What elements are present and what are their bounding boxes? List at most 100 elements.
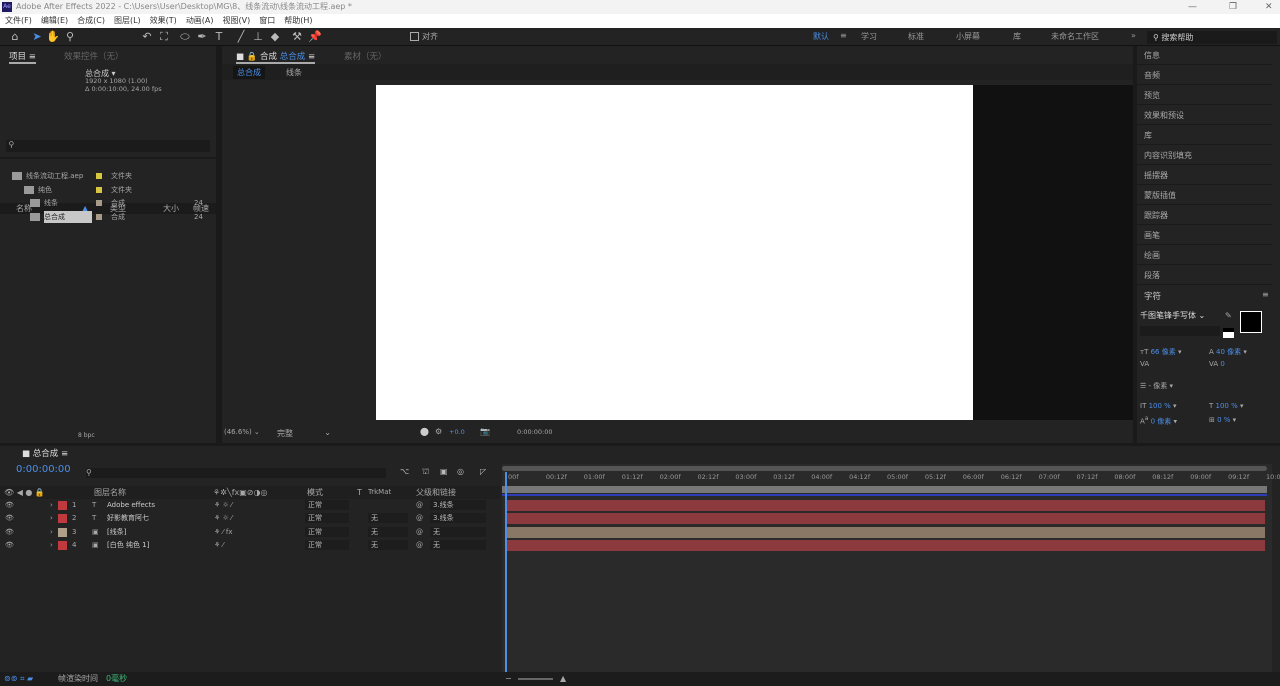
pickwhip-icon[interactable]: @ <box>416 526 423 539</box>
layer-row[interactable]: 👁 › 2 T 好影教育阿七 ⚘ ☼ ⁄ 正常 无 @3.线条 <box>0 512 500 525</box>
motion-blur-icon[interactable]: ◎ <box>457 467 464 476</box>
parent-dropdown[interactable]: 无 <box>430 539 486 550</box>
label-color[interactable] <box>96 173 102 179</box>
maximize-button[interactable]: ❐ <box>1229 0 1237 14</box>
zoom-tool-icon[interactable]: ⚲ <box>63 30 77 44</box>
layer-duration-bar[interactable] <box>507 526 1265 538</box>
menu-window[interactable]: 窗口 <box>259 14 275 28</box>
brush-tool-icon[interactable]: ╱ <box>234 30 248 44</box>
panel-item[interactable]: 画笔 <box>1137 226 1272 245</box>
zoom-in-icon[interactable]: ▲ <box>560 672 566 686</box>
close-button[interactable]: ✕ <box>1265 0 1273 14</box>
time-navigator[interactable] <box>502 466 1267 471</box>
tab-composition[interactable]: ■ 🔒 合成 总合成 ≡ <box>236 50 316 64</box>
panel-item[interactable]: 绘画 <box>1137 246 1272 265</box>
workspace-unnamed[interactable]: 未命名工作区 <box>1051 31 1099 42</box>
eraser-tool-icon[interactable]: ◆ <box>268 30 282 44</box>
eyedropper-icon[interactable]: ✎ <box>1225 311 1232 320</box>
swap-colors-icon[interactable] <box>1223 328 1234 338</box>
visibility-eye-icon[interactable]: 👁 <box>5 512 14 525</box>
layer-switches[interactable]: ⚘ ⁄ fx <box>214 526 233 539</box>
col-trkmat[interactable]: TrkMat <box>368 486 391 499</box>
home-icon[interactable]: ⌂ <box>8 30 22 44</box>
breadcrumb-lines-comp[interactable]: 线条 <box>286 67 302 78</box>
visibility-eye-icon[interactable]: 👁 <box>5 526 14 539</box>
panel-item[interactable]: 预览 <box>1137 86 1272 105</box>
menu-effect[interactable]: 效果(T) <box>150 14 177 28</box>
shy-layers-icon[interactable]: ⛫ <box>422 467 429 477</box>
zoom-out-icon[interactable]: − <box>505 672 512 686</box>
layer-switches[interactable]: ⚘ ☼ ⁄ <box>214 499 232 512</box>
parent-dropdown[interactable]: 3.线条 <box>430 513 486 524</box>
layer-row[interactable]: 👁 › 1 T Adobe effects ⚘ ☼ ⁄ 正常 @3.线条 <box>0 499 500 512</box>
label-color[interactable] <box>96 200 102 206</box>
layer-name[interactable]: [白色 纯色 1] <box>107 539 149 552</box>
composition-flowchart-icon[interactable]: ⌥ <box>400 467 409 476</box>
font-size-field[interactable]: тT 66 像素 ▾ <box>1140 347 1181 357</box>
menu-animation[interactable]: 动画(A) <box>186 14 214 28</box>
layer-name[interactable]: [线条] <box>107 526 126 539</box>
more-workspaces-icon[interactable]: » <box>1131 31 1136 40</box>
workspace-learn[interactable]: 学习 <box>861 31 877 42</box>
exposure-icon[interactable]: ⚙ <box>435 427 442 436</box>
project-item[interactable]: 总合成 合成 24 <box>0 210 216 223</box>
hand-tool-icon[interactable]: ✋ <box>46 30 60 44</box>
panel-item[interactable]: 段落 <box>1137 266 1272 285</box>
tab-footage[interactable]: 素材（无） <box>344 50 387 62</box>
trkmat-dropdown[interactable]: 无 <box>368 526 408 537</box>
menu-composition[interactable]: 合成(C) <box>77 14 105 28</box>
composition-canvas[interactable] <box>376 85 973 420</box>
layer-switches[interactable]: ⚘ ☼ ⁄ <box>214 512 232 525</box>
snap-checkbox[interactable] <box>410 32 419 41</box>
snapshot-icon[interactable]: 📷 <box>480 427 490 436</box>
layer-duration-bar[interactable] <box>507 513 1265 525</box>
pickwhip-icon[interactable]: @ <box>416 499 423 512</box>
parent-dropdown[interactable]: 3.线条 <box>430 500 486 510</box>
pickwhip-icon[interactable]: @ <box>416 539 423 552</box>
project-search-input[interactable]: ⚲ <box>6 140 210 152</box>
trkmat-dropdown[interactable]: 无 <box>368 513 408 524</box>
panel-menu-icon[interactable]: ≡ <box>1262 290 1269 299</box>
text-tool-icon[interactable]: T <box>212 30 226 44</box>
graph-editor-icon[interactable]: ◸ <box>480 467 486 476</box>
tracking-field[interactable]: VA 0 <box>1209 360 1225 368</box>
workspace-menu-icon[interactable]: ≡ <box>840 31 847 40</box>
viewer-timecode[interactable]: 0:00:00:00 <box>517 428 553 436</box>
layer-name[interactable]: 好影教育阿七 <box>107 512 149 525</box>
font-style-dropdown[interactable] <box>1140 326 1220 336</box>
layer-search-input[interactable]: ⚲ <box>86 468 386 478</box>
workspace-default[interactable]: 默认 <box>813 31 829 42</box>
camera-tool-icon[interactable]: ⛶ <box>157 30 171 44</box>
mode-dropdown[interactable]: 正常 <box>305 526 349 537</box>
color-channels-icon[interactable]: ⬤ <box>420 427 429 436</box>
baseline-shift-field[interactable]: Aa 0 像素 ▾ <box>1140 416 1177 426</box>
puppet-pin-icon[interactable]: 📌 <box>308 30 322 44</box>
selection-tool-icon[interactable]: ➤ <box>30 30 44 44</box>
frame-blending-icon[interactable]: ▣ <box>440 467 448 476</box>
project-item[interactable]: 纯色 文件夹 <box>0 184 216 196</box>
horizontal-scale-field[interactable]: T 100 % ▾ <box>1209 402 1244 410</box>
resolution-dropdown[interactable]: 完整 ⌄ <box>277 428 331 439</box>
kerning-field[interactable]: VA <box>1140 360 1149 368</box>
tsume-field[interactable]: ⊞ 0 % ▾ <box>1209 416 1236 424</box>
help-search-input[interactable]: ⚲ 搜索帮助 <box>1147 31 1277 44</box>
menu-help[interactable]: 帮助(H) <box>284 14 312 28</box>
menu-edit[interactable]: 编辑(E) <box>41 14 68 28</box>
label-color[interactable] <box>96 186 102 193</box>
panel-item[interactable]: 跟踪器 <box>1137 206 1272 225</box>
current-timecode[interactable]: 0:00:00:00 <box>16 464 71 475</box>
pen-tool-icon[interactable]: ✒ <box>195 30 209 44</box>
panel-item[interactable]: 摇摆器 <box>1137 166 1272 185</box>
pickwhip-icon[interactable]: @ <box>416 512 423 525</box>
layer-label-color[interactable] <box>58 527 67 537</box>
visibility-eye-icon[interactable]: 👁 <box>5 499 14 512</box>
panel-item[interactable]: 音频 <box>1137 66 1272 85</box>
visibility-eye-icon[interactable]: 👁 <box>5 539 14 552</box>
status-icons[interactable]: ⊚⊚ ⌗ ▰ <box>4 672 33 686</box>
panel-item[interactable]: 内容识别填充 <box>1137 146 1272 165</box>
expand-chevron-icon[interactable]: › <box>50 499 53 512</box>
layer-name[interactable]: Adobe effects <box>107 499 155 512</box>
leading-field[interactable]: A 40 像素 ▾ <box>1209 347 1247 357</box>
panel-item[interactable]: 效果和预设 <box>1137 106 1272 125</box>
vertical-scale-field[interactable]: IT 100 % ▾ <box>1140 402 1177 410</box>
